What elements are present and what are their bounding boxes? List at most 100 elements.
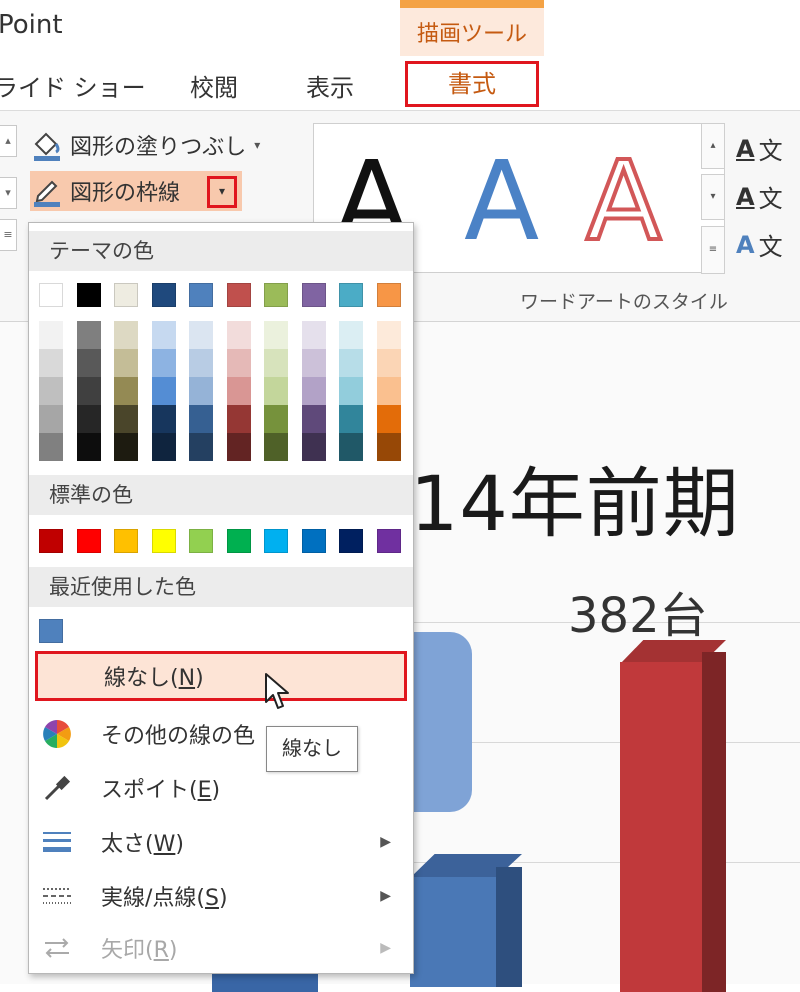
context-accent-bar <box>400 0 544 8</box>
slide-title[interactable]: 14年前期 <box>410 442 740 552</box>
theme-shade-swatch[interactable] <box>339 377 363 405</box>
theme-shade-swatch[interactable] <box>114 433 138 461</box>
theme-shade-swatch[interactable] <box>76 377 101 405</box>
theme-shade-swatch[interactable] <box>264 377 288 405</box>
theme-shade-swatch[interactable] <box>264 321 288 349</box>
theme-shade-swatch[interactable] <box>76 405 101 433</box>
theme-shade-swatch[interactable] <box>39 405 63 433</box>
theme-shade-swatch[interactable] <box>189 377 213 405</box>
theme-shade-swatch[interactable] <box>376 321 401 349</box>
theme-shade-swatch[interactable] <box>39 377 63 405</box>
standard-color-swatch[interactable] <box>301 529 326 553</box>
recent-color-swatch[interactable] <box>39 619 63 643</box>
more-button[interactable]: ≡ <box>0 219 17 251</box>
gallery-up-button[interactable]: ▴ <box>701 123 725 169</box>
theme-shade-swatch[interactable] <box>189 349 213 377</box>
theme-color-swatch[interactable] <box>301 283 326 307</box>
eyedropper-label: スポイト(E) <box>101 772 220 804</box>
theme-shade-swatch[interactable] <box>226 377 251 405</box>
theme-shade-swatch[interactable] <box>226 321 251 349</box>
scroll-up-button[interactable]: ▴ <box>0 125 17 157</box>
tab-view[interactable]: 表示 <box>306 68 354 103</box>
tab-review[interactable]: 校閲 <box>190 68 238 103</box>
gallery-down-button[interactable]: ▾ <box>701 174 725 220</box>
chart-bar-red[interactable] <box>620 662 702 992</box>
theme-shade-swatch[interactable] <box>114 405 138 433</box>
standard-color-swatch[interactable] <box>151 529 176 553</box>
theme-shade-swatch[interactable] <box>189 405 213 433</box>
theme-shade-swatch[interactable] <box>264 433 288 461</box>
standard-color-swatch[interactable] <box>339 529 363 553</box>
theme-color-swatch[interactable] <box>114 283 138 307</box>
wordart-style-red-outline[interactable]: A <box>584 144 663 258</box>
theme-shade-swatch[interactable] <box>76 321 101 349</box>
theme-shade-swatch[interactable] <box>376 405 401 433</box>
theme-shade-swatch[interactable] <box>226 433 251 461</box>
standard-color-swatch[interactable] <box>114 529 138 553</box>
gallery-more-button[interactable]: ≡ <box>701 226 725 274</box>
theme-color-swatch[interactable] <box>76 283 101 307</box>
theme-color-swatch[interactable] <box>339 283 363 307</box>
standard-color-swatch[interactable] <box>376 529 401 553</box>
standard-color-swatch[interactable] <box>76 529 101 553</box>
theme-shade-swatch[interactable] <box>339 349 363 377</box>
theme-shade-swatch[interactable] <box>301 349 326 377</box>
standard-color-swatch[interactable] <box>226 529 251 553</box>
shape-fill-button[interactable]: 図形の塗りつぶし ▾ <box>30 125 260 165</box>
dashes-icon <box>39 878 75 914</box>
theme-shade-swatch[interactable] <box>76 349 101 377</box>
theme-shade-swatch[interactable] <box>114 377 138 405</box>
theme-shade-swatch[interactable] <box>301 377 326 405</box>
theme-color-swatch[interactable] <box>376 283 401 307</box>
theme-shade-swatch[interactable] <box>114 349 138 377</box>
theme-shade-swatch[interactable] <box>151 349 176 377</box>
theme-shade-swatch[interactable] <box>189 321 213 349</box>
data-label[interactable]: 382台 <box>568 576 708 646</box>
theme-shade-swatch[interactable] <box>151 321 176 349</box>
shape-outline-dropdown-button[interactable]: ▾ <box>207 176 237 208</box>
arrows-text: 矢印( <box>101 938 154 963</box>
theme-shade-swatch[interactable] <box>376 433 401 461</box>
text-fill-button[interactable]: A 文 <box>736 131 783 166</box>
theme-shade-swatch[interactable] <box>151 405 176 433</box>
theme-shade-swatch[interactable] <box>39 321 63 349</box>
theme-shade-swatch[interactable] <box>151 433 176 461</box>
no-line-item[interactable]: 線なし(N) <box>35 651 407 701</box>
line-weight-item[interactable]: 太さ(W) ▶ <box>29 817 413 867</box>
wordart-style-blue[interactable]: A <box>464 146 539 256</box>
theme-shade-swatch[interactable] <box>339 433 363 461</box>
theme-color-swatch[interactable] <box>264 283 288 307</box>
theme-shade-swatch[interactable] <box>39 433 63 461</box>
theme-shade-swatch[interactable] <box>114 321 138 349</box>
theme-shade-swatch[interactable] <box>226 349 251 377</box>
standard-color-swatch[interactable] <box>189 529 213 553</box>
dashes-item[interactable]: 実線/点線(S) ▶ <box>29 871 413 921</box>
scroll-down-button[interactable]: ▾ <box>0 177 17 209</box>
theme-shade-swatch[interactable] <box>189 433 213 461</box>
theme-shade-swatch[interactable] <box>376 349 401 377</box>
theme-shade-swatch[interactable] <box>264 405 288 433</box>
standard-color-swatch[interactable] <box>264 529 288 553</box>
theme-color-swatch[interactable] <box>151 283 176 307</box>
tab-format[interactable]: 書式 <box>405 61 539 107</box>
theme-shade-swatch[interactable] <box>301 405 326 433</box>
theme-shade-swatch[interactable] <box>151 377 176 405</box>
theme-color-swatch[interactable] <box>226 283 251 307</box>
theme-shade-swatch[interactable] <box>301 433 326 461</box>
theme-shade-swatch[interactable] <box>339 405 363 433</box>
no-line-label: 線なし(N) <box>104 660 204 692</box>
theme-shade-swatch[interactable] <box>376 377 401 405</box>
theme-shade-swatch[interactable] <box>301 321 326 349</box>
theme-shade-swatch[interactable] <box>39 349 63 377</box>
theme-shade-swatch[interactable] <box>76 433 101 461</box>
theme-shade-swatch[interactable] <box>226 405 251 433</box>
theme-color-swatch[interactable] <box>189 283 213 307</box>
theme-color-swatch[interactable] <box>39 283 63 307</box>
theme-shade-swatch[interactable] <box>339 321 363 349</box>
tab-slideshow[interactable]: ライド ショー <box>0 68 146 103</box>
text-outline-button[interactable]: A 文 <box>736 179 783 214</box>
chart-bar-blue[interactable] <box>410 877 496 987</box>
standard-color-swatch[interactable] <box>39 529 63 553</box>
theme-shade-swatch[interactable] <box>264 349 288 377</box>
text-effects-button[interactable]: A 文 <box>736 227 783 262</box>
